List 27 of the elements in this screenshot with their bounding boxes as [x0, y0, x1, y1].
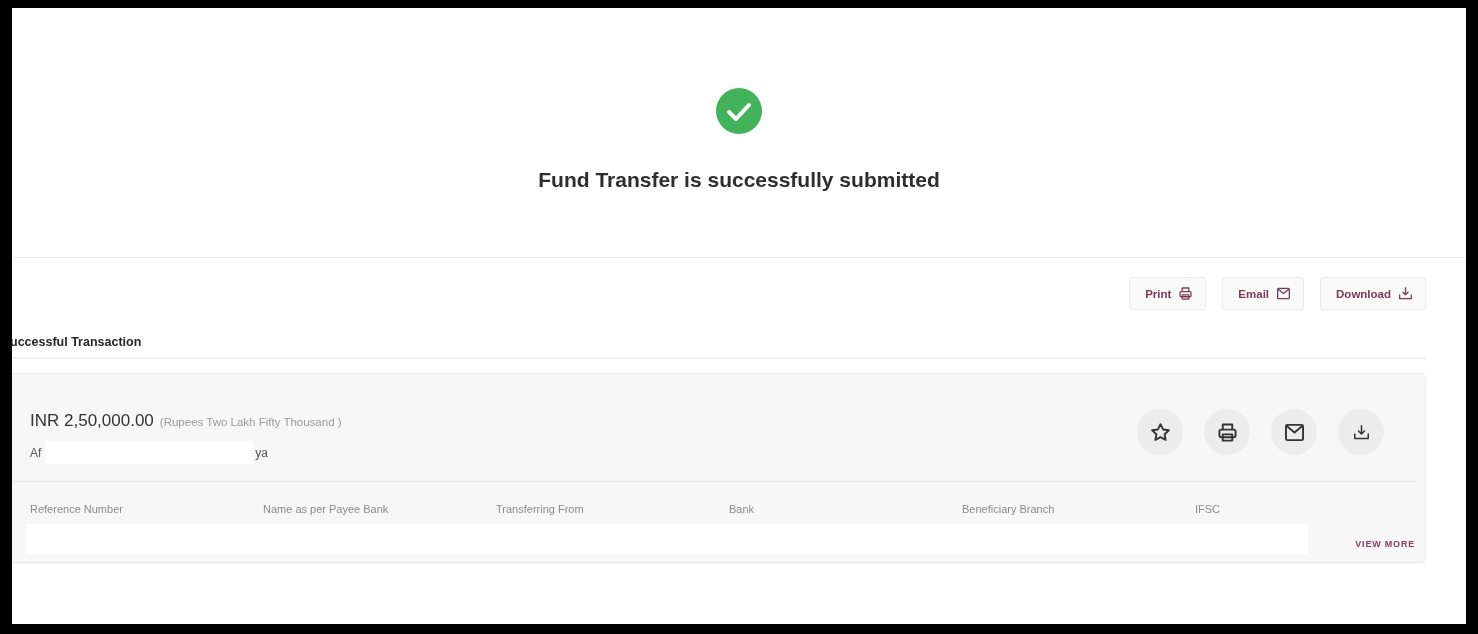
favorite-button[interactable]: [1137, 409, 1183, 455]
printer-icon: [1179, 287, 1193, 300]
column-label: Bank: [729, 502, 755, 516]
amount-in-words: (Rupees Two Lakh Fifty Thousand ): [159, 416, 342, 428]
download-button[interactable]: Download: [1320, 277, 1426, 310]
download-icon: [1353, 424, 1369, 440]
column-label: Beneficiary Branch: [962, 502, 1055, 516]
print-button[interactable]: [1204, 409, 1250, 455]
envelope-icon: [1277, 287, 1291, 300]
column-label: Transferring From: [496, 502, 584, 516]
print-button[interactable]: Print: [1129, 277, 1207, 310]
star-icon: [1150, 422, 1170, 442]
column-label: IFSC: [1195, 502, 1221, 516]
view-more-link[interactable]: VIEW MORE: [1355, 539, 1415, 550]
download-icon: [1399, 287, 1412, 300]
email-button[interactable]: [1271, 409, 1317, 455]
success-check-icon: [716, 88, 762, 134]
payee-name-text: Af: [30, 445, 42, 460]
column-label: Reference Number: [30, 502, 123, 516]
column-label: Name as per Payee Bank: [263, 502, 389, 516]
envelope-icon: [1284, 422, 1304, 442]
download-button[interactable]: [1338, 409, 1384, 455]
amount-text: INR 2,50,000.00: [30, 411, 154, 431]
printer-icon: [1217, 422, 1237, 442]
payee-name-text: ya: [255, 445, 269, 460]
email-button[interactable]: Email: [1222, 277, 1305, 310]
success-message: Fund Transfer is successfully submitted: [538, 167, 940, 193]
